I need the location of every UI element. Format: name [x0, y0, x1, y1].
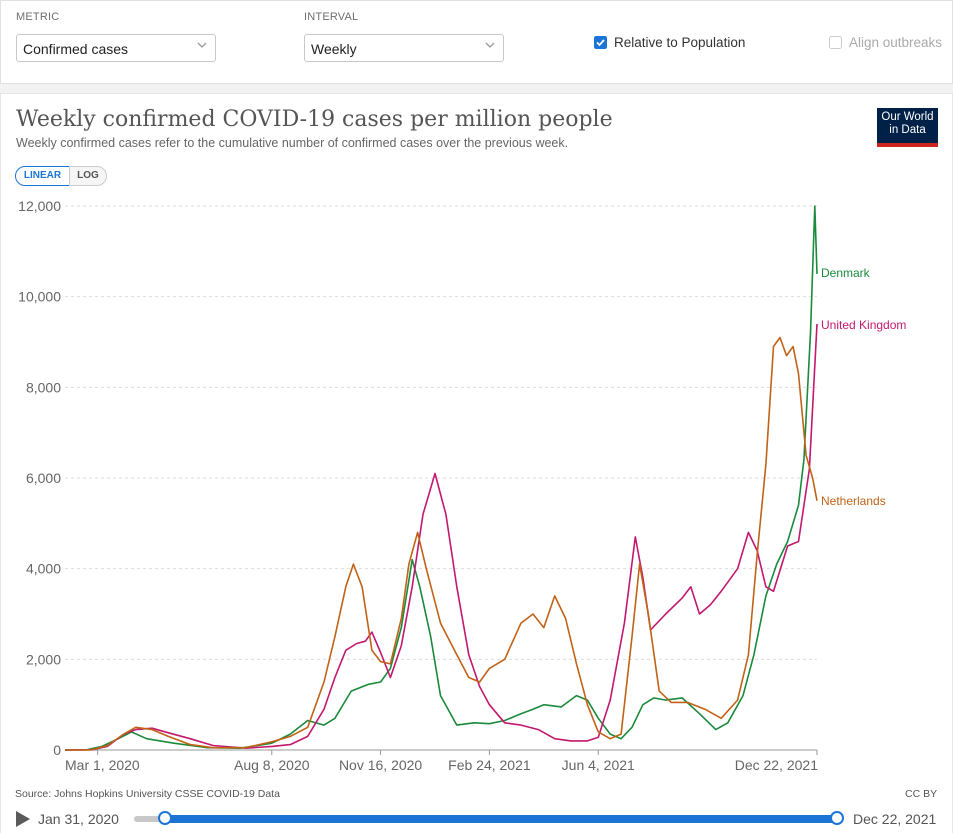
series-line-denmark — [64, 205, 818, 751]
x-tick-label: Aug 8, 2020 — [234, 757, 310, 773]
timeline-start-handle[interactable] — [158, 811, 172, 825]
series-line-netherlands — [64, 336, 818, 751]
x-axis: Mar 1, 2020 Aug 8, 2020 Nov 16, 2020 Feb 24… — [65, 750, 818, 773]
x-tick-label: Nov 16, 2020 — [339, 757, 422, 773]
grid-lines — [65, 205, 817, 751]
series-label-united-kingdom: United Kingdom — [821, 318, 906, 332]
series-line-united-kingdom — [64, 323, 818, 751]
y-axis: 0 2,000 4,000 6,000 8,000 10,000 12,000 — [18, 198, 61, 758]
license-link[interactable]: CC BY — [905, 788, 937, 800]
x-tick-label: Jun 4, 2021 — [562, 757, 635, 773]
x-tick-label: Dec 22, 2021 — [735, 757, 818, 773]
y-tick-label: 10,000 — [18, 289, 61, 305]
timeline-start-label: Jan 31, 2020 — [38, 811, 119, 827]
series-labels: Denmark United Kingdom Netherlands — [821, 266, 906, 508]
y-tick-label: 6,000 — [26, 470, 61, 486]
series-label-denmark: Denmark — [821, 266, 871, 280]
y-tick-label: 4,000 — [26, 561, 61, 577]
timeline-end-label: Dec 22, 2021 — [853, 811, 937, 827]
x-tick-label: Feb 24, 2021 — [448, 757, 531, 773]
series-label-netherlands: Netherlands — [821, 494, 886, 508]
source-note: Source: Johns Hopkins University CSSE CO… — [15, 788, 280, 800]
x-tick-label: Mar 1, 2020 — [65, 757, 140, 773]
y-tick-label: 8,000 — [26, 379, 61, 395]
y-tick-label: 2,000 — [26, 651, 61, 667]
y-tick-label: 12,000 — [18, 198, 61, 214]
y-tick-label: 0 — [53, 742, 61, 758]
timeline-selected-range[interactable] — [165, 815, 837, 823]
series-lines — [64, 205, 818, 751]
timeline-end-handle[interactable] — [830, 811, 844, 825]
play-icon[interactable] — [16, 811, 30, 827]
line-chart: 0 2,000 4,000 6,000 8,000 10,000 12,000 Mar 1,… — [18, 198, 906, 773]
